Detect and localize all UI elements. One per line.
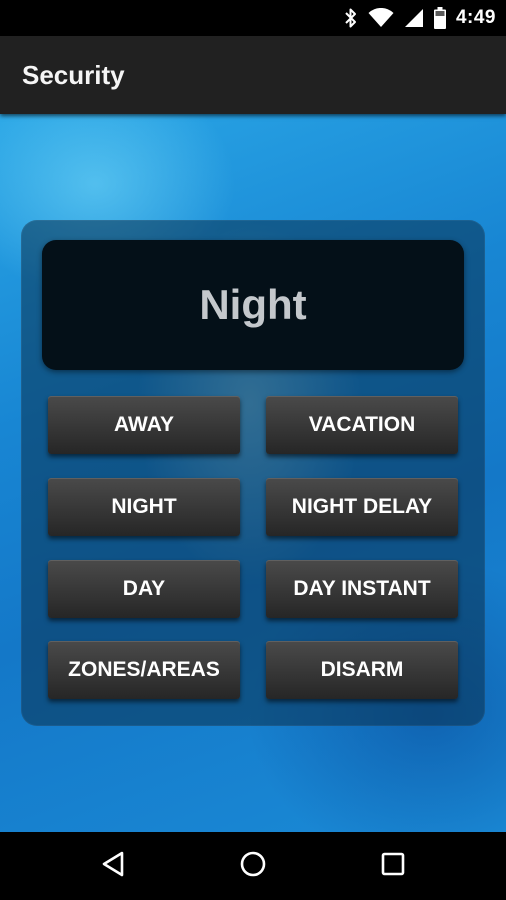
app-bar: Security [0,36,506,114]
navigation-bar [0,832,506,900]
mode-display: Night [42,240,464,370]
away-button[interactable]: AWAY [48,396,240,454]
back-button[interactable] [73,832,153,900]
battery-icon [433,7,446,29]
clock: 4:49 [455,7,496,28]
page-title: Security [22,60,125,90]
zones-areas-button[interactable]: ZONES/AREAS [48,641,240,699]
security-panel: Night AWAY VACATION NIGHT NIGHT DELAY DA… [21,220,485,726]
bluetooth-icon [344,7,358,29]
content-area: Night AWAY VACATION NIGHT NIGHT DELAY DA… [0,114,506,832]
disarm-button[interactable]: DISARM [266,641,458,699]
recent-apps-icon [380,851,406,882]
recent-apps-button[interactable] [353,832,433,900]
home-button[interactable] [213,832,293,900]
wifi-icon [368,8,394,28]
current-mode-text: Night [199,281,307,328]
night-button[interactable]: NIGHT [48,478,240,536]
day-button[interactable]: DAY [48,560,240,618]
screen: 4:49 Security Night AWAY VACATION NIGHT … [0,0,506,900]
back-icon [100,850,126,883]
cell-signal-icon [404,8,424,28]
status-bar: 4:49 [0,0,506,36]
night-delay-button[interactable]: NIGHT DELAY [266,478,458,536]
status-icons: 4:49 [344,0,496,36]
home-icon [239,850,267,883]
day-instant-button[interactable]: DAY INSTANT [266,560,458,618]
vacation-button[interactable]: VACATION [266,396,458,454]
